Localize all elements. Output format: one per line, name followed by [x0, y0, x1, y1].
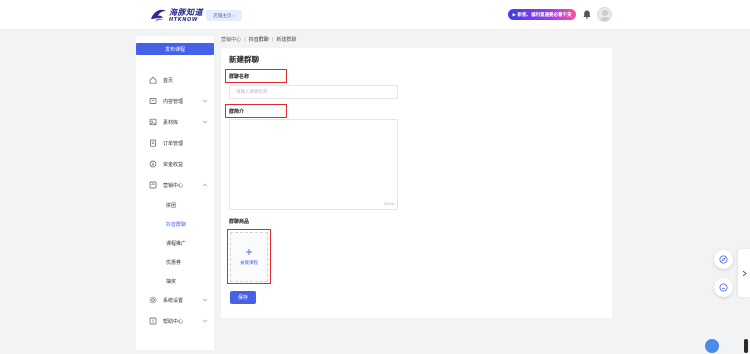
edit-float-button[interactable] [714, 250, 733, 269]
group-name-label: 群聊名称 [229, 74, 250, 80]
group-product-label: 群聊商品 [229, 219, 250, 225]
add-course-button[interactable]: + 关联课程 [230, 232, 268, 282]
app-logo[interactable]: 海豚知道 HTKNOW [150, 6, 204, 24]
chevron-down-icon [202, 298, 208, 302]
scrollbar-thumb[interactable] [744, 339, 748, 353]
sidebar-item-funds[interactable]: 资金收益 [136, 158, 214, 170]
sidebar-subitem-lottery[interactable]: 抽奖 [166, 278, 176, 285]
order-icon [150, 139, 156, 147]
money-icon [149, 160, 157, 168]
sidebar-item-label: 营销中心 [163, 183, 184, 189]
user-avatar[interactable] [597, 7, 612, 22]
add-course-label: 关联课程 [240, 261, 258, 266]
marketing-icon [149, 181, 157, 189]
sidebar-subitem-douyin-group[interactable]: 抖音群聊 [166, 221, 186, 228]
sidebar-subitem-coupon[interactable]: 优惠券 [166, 259, 181, 266]
smile-icon [719, 283, 728, 292]
breadcrumb-separator: / [271, 37, 274, 43]
breadcrumb-item-marketing[interactable]: 营销中心 [221, 37, 241, 43]
logo-text-en: HTKNOW [169, 17, 199, 23]
bell-icon[interactable] [583, 10, 591, 19]
page-title: 新建群聊 [229, 55, 259, 64]
side-expand-tab[interactable] [738, 249, 750, 297]
sidebar-item-label: 系统设置 [163, 298, 184, 304]
sidebar-item-orders[interactable]: 订单管理 [136, 137, 214, 149]
shop-home-button[interactable]: 店铺主页 › [206, 10, 242, 21]
sidebar-item-settings[interactable]: 系统设置 [136, 294, 214, 306]
publish-course-button[interactable]: 发布课程 [136, 43, 214, 55]
sidebar-item-help[interactable]: 帮助中心 [136, 315, 214, 327]
material-icon [149, 118, 157, 126]
help-bubble-button[interactable] [705, 339, 719, 353]
group-name-field[interactable] [229, 85, 398, 99]
plus-icon: + [244, 247, 254, 258]
sidebar-subitem-group-buy[interactable]: 拼团 [166, 202, 176, 209]
group-name-input[interactable] [230, 86, 397, 98]
sidebar-item-label: 首页 [163, 78, 174, 84]
chevron-up-icon [202, 183, 208, 187]
group-intro-textarea[interactable] [230, 120, 397, 209]
content-icon [149, 98, 157, 104]
compass-icon [719, 255, 728, 264]
chevron-down-icon [202, 120, 208, 124]
sidebar-item-home[interactable]: 首页 [136, 74, 214, 86]
save-button[interactable]: 保存 [230, 291, 256, 304]
chevron-right-icon [742, 270, 747, 276]
help-icon [149, 317, 157, 325]
home-icon [149, 76, 157, 84]
promo-banner[interactable]: ▶ 新客、福利直通要必看干货 [508, 9, 576, 20]
sidebar-item-label: 素材库 [163, 120, 179, 126]
breadcrumb-item-douyin-group[interactable]: 抖音群聊 [249, 37, 269, 43]
top-header: 海豚知道 HTKNOW 店铺主页 › ▶ 新客、福利直通要必看干货 [0, 0, 750, 30]
chevron-down-icon [202, 99, 208, 103]
sidebar-item-label: 帮助中心 [163, 319, 184, 325]
sidebar-subitem-course-promo[interactable]: 课程推广 [166, 240, 186, 247]
sidebar-item-label: 内容管理 [163, 99, 184, 105]
intro-char-counter: 0/100 [383, 202, 394, 206]
group-intro-label: 群简介 [229, 109, 245, 115]
gear-icon [149, 296, 157, 304]
sidebar-item-label: 资金收益 [163, 162, 184, 168]
breadcrumb: 营销中心 / 抖音群聊 / 新建群聊 [221, 36, 296, 43]
group-intro-field[interactable]: 0/100 [229, 119, 398, 210]
dolphin-logo-icon [151, 9, 166, 21]
chat-float-button[interactable] [714, 278, 733, 297]
sidebar-item-label: 订单管理 [163, 141, 184, 147]
breadcrumb-separator: / [244, 37, 246, 43]
sidebar-item-materials[interactable]: 素材库 [136, 116, 214, 128]
main-form-card: 新建群聊 群聊名称 群简介 0/100 群聊商品 + 关联课程 保存 [221, 48, 612, 318]
chevron-down-icon [202, 319, 208, 323]
sidebar-item-content[interactable]: 内容管理 [136, 95, 214, 107]
breadcrumb-item-current: 新建群聊 [276, 37, 297, 43]
sidebar: 发布课程 首页 内容管理 素材库 订单管理 资金收益 营销中心 拼团 抖音群聊 … [136, 36, 214, 350]
sidebar-item-marketing[interactable]: 营销中心 [136, 179, 214, 191]
